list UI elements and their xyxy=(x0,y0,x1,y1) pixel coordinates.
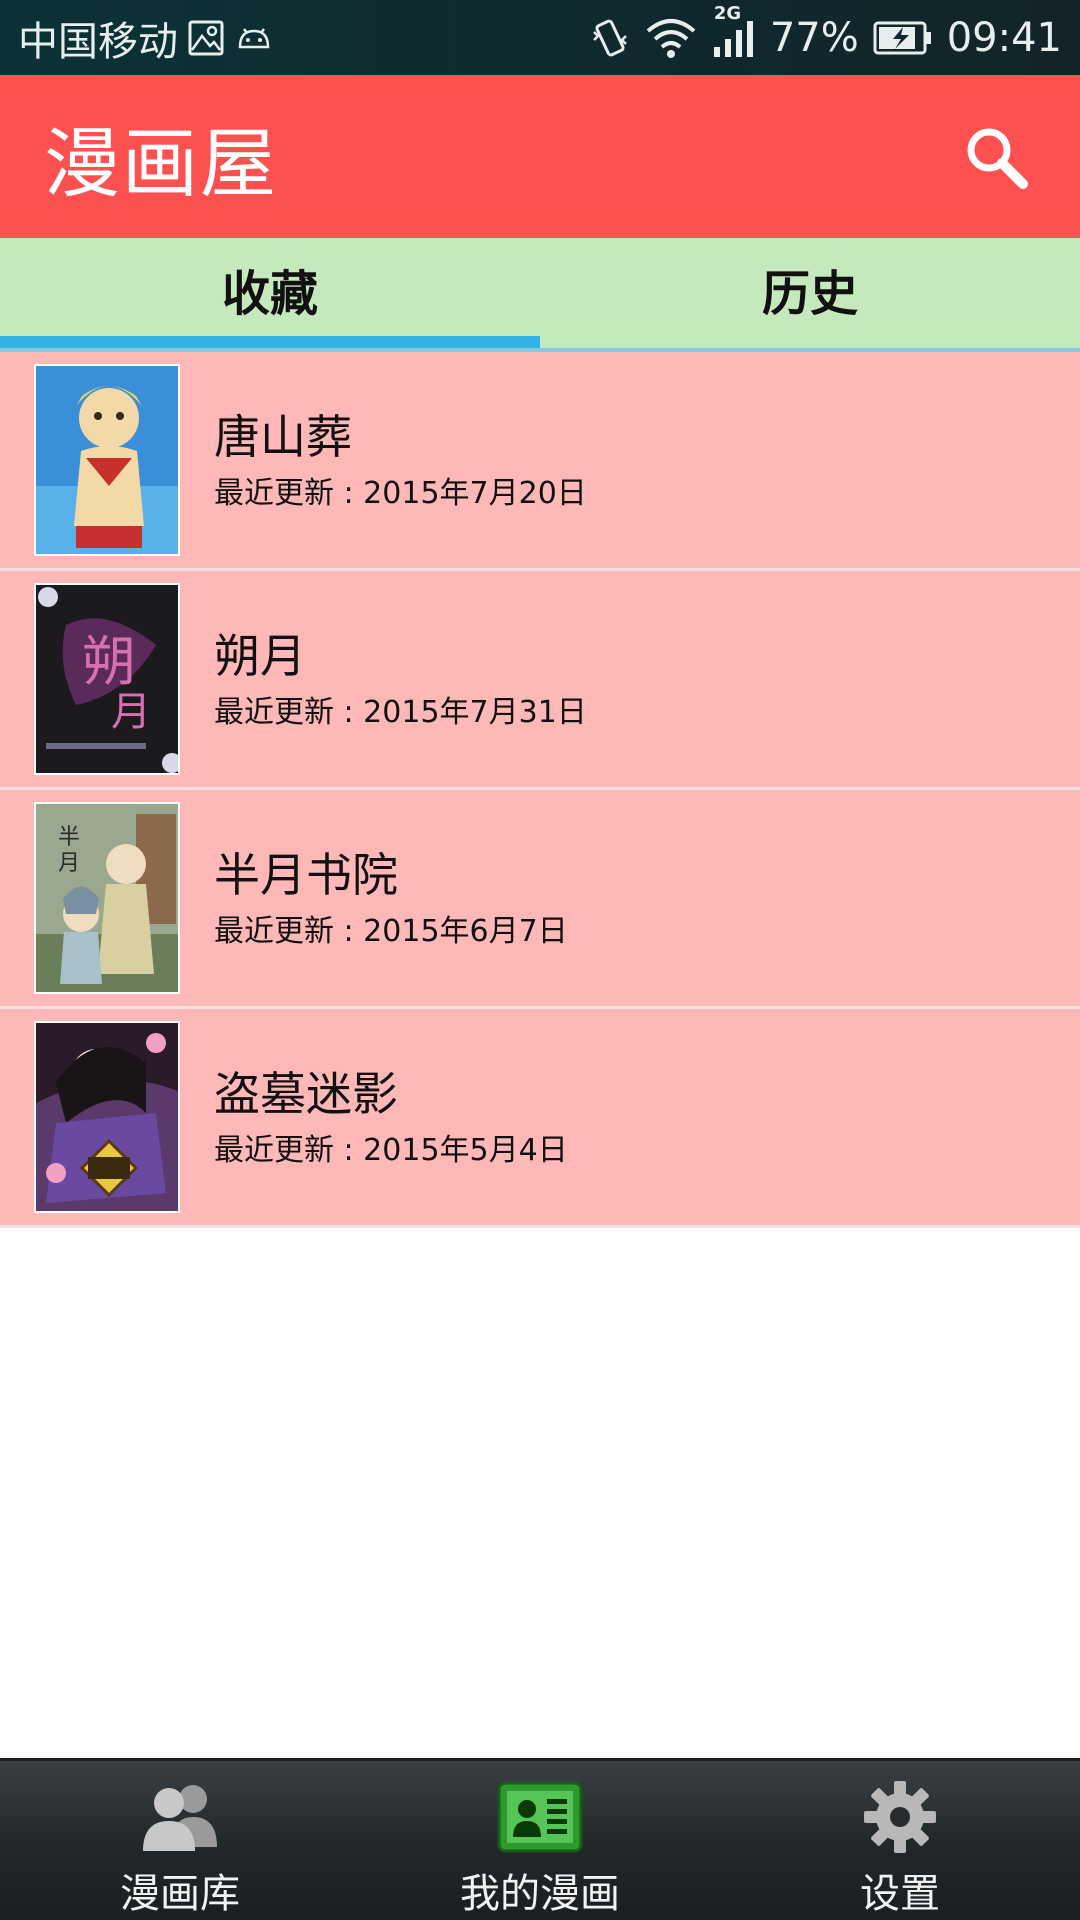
vibrate-icon xyxy=(590,16,630,60)
status-bar: 中国移动 2G 77% 09:41 xyxy=(0,0,1080,75)
nav-label: 漫画库 xyxy=(120,1871,240,1917)
comic-info: 半月书院 最近更新 : 2015年6月7日 xyxy=(214,846,568,950)
comic-cover: 朔 月 xyxy=(34,583,180,775)
nav-label: 我的漫画 xyxy=(460,1871,620,1917)
tab-history[interactable]: 历史 xyxy=(540,238,1080,350)
search-button[interactable] xyxy=(956,117,1036,197)
comic-title: 盗墓迷影 xyxy=(214,1067,398,1121)
nav-settings[interactable]: 设置 xyxy=(720,1761,1080,1920)
comic-updated: 最近更新 : 2015年7月20日 xyxy=(214,476,587,511)
status-left: 中国移动 xyxy=(18,9,274,67)
tab-bar: 收藏 历史 xyxy=(0,238,1080,350)
clock: 09:41 xyxy=(946,14,1062,61)
comic-cover: 半 月 xyxy=(34,802,180,994)
android-icon xyxy=(234,23,274,53)
comic-list: 唐山葬 最近更新 : 2015年7月20日 朔 月 朔月 最近更新 : 2015… xyxy=(0,352,1080,1228)
gear-icon xyxy=(855,1779,945,1855)
battery-charging-icon xyxy=(873,20,933,56)
carrier-name: 中国移动 xyxy=(18,18,178,65)
comic-title: 半月书院 xyxy=(214,848,398,902)
signal-icon: 2G xyxy=(712,3,756,59)
list-item[interactable]: 唐山葬 最近更新 : 2015年7月20日 xyxy=(0,352,1080,571)
comic-updated: 最近更新 : 2015年7月31日 xyxy=(214,695,587,730)
people-icon xyxy=(135,1779,225,1855)
tab-favorites[interactable]: 收藏 xyxy=(0,238,540,350)
comic-updated: 最近更新 : 2015年6月7日 xyxy=(214,914,568,949)
comic-info: 唐山葬 最近更新 : 2015年7月20日 xyxy=(214,408,587,512)
comic-cover xyxy=(34,1021,180,1213)
battery-percent: 77% xyxy=(769,14,859,61)
tab-label: 历史 xyxy=(761,266,858,322)
comic-updated: 最近更新 : 2015年5月4日 xyxy=(214,1133,568,1168)
app-title: 漫画屋 xyxy=(44,118,278,208)
status-right: 2G 77% 09:41 xyxy=(590,3,1062,61)
list-item[interactable]: 半 月 半月书院 最近更新 : 2015年6月7日 xyxy=(0,790,1080,1009)
wifi-icon xyxy=(644,17,698,59)
comic-title: 朔月 xyxy=(214,629,306,683)
nav-comic-library[interactable]: 漫画库 xyxy=(0,1761,360,1920)
svg-text:半: 半 xyxy=(58,825,80,850)
image-icon xyxy=(188,20,224,56)
contact-card-icon xyxy=(495,1779,585,1855)
nav-my-comics[interactable]: 我的漫画 xyxy=(360,1761,720,1920)
network-type: 2G xyxy=(713,2,742,24)
bottom-nav: 漫画库 我的漫画 设置 xyxy=(0,1758,1080,1920)
nav-label: 设置 xyxy=(860,1871,940,1917)
svg-text:朔: 朔 xyxy=(82,630,136,693)
svg-text:月: 月 xyxy=(111,689,151,735)
comic-info: 盗墓迷影 最近更新 : 2015年5月4日 xyxy=(214,1065,568,1169)
svg-text:月: 月 xyxy=(58,851,80,876)
comic-title: 唐山葬 xyxy=(214,410,352,464)
app-bar: 漫画屋 xyxy=(0,75,1080,238)
tab-label: 收藏 xyxy=(221,266,318,322)
list-item[interactable]: 盗墓迷影 最近更新 : 2015年5月4日 xyxy=(0,1009,1080,1228)
comic-cover xyxy=(34,364,180,556)
comic-info: 朔月 最近更新 : 2015年7月31日 xyxy=(214,627,587,731)
list-item[interactable]: 朔 月 朔月 最近更新 : 2015年7月31日 xyxy=(0,571,1080,790)
search-icon xyxy=(967,128,1028,189)
